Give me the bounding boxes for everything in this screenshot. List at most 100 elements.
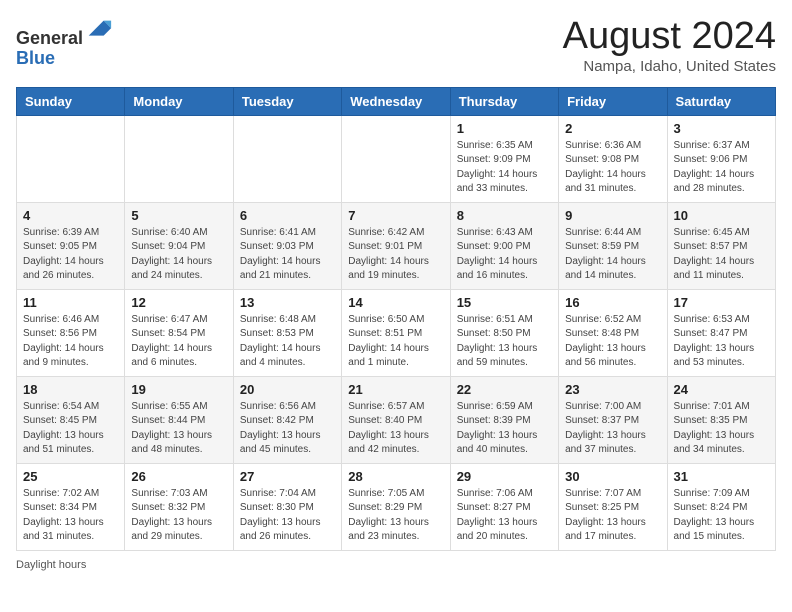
- calendar-cell: 19Sunrise: 6:55 AM Sunset: 8:44 PM Dayli…: [125, 376, 233, 463]
- day-info: Sunrise: 6:44 AM Sunset: 8:59 PM Dayligh…: [565, 226, 660, 284]
- calendar: SundayMondayTuesdayWednesdayThursdayFrid…: [16, 87, 776, 551]
- day-info: Sunrise: 6:50 AM Sunset: 8:51 PM Dayligh…: [348, 313, 443, 371]
- day-info: Sunrise: 6:54 AM Sunset: 8:45 PM Dayligh…: [23, 400, 118, 458]
- day-info: Sunrise: 6:37 AM Sunset: 9:06 PM Dayligh…: [674, 139, 769, 197]
- day-info: Sunrise: 6:51 AM Sunset: 8:50 PM Dayligh…: [457, 313, 552, 371]
- day-info: Sunrise: 6:36 AM Sunset: 9:08 PM Dayligh…: [565, 139, 660, 197]
- day-number: 4: [23, 208, 118, 223]
- day-number: 6: [240, 208, 335, 223]
- week-row-4: 18 Sunrise: 6:54 AM Sunset: 8:45 PM Dayli…: [17, 376, 776, 463]
- day-number: 29: [457, 469, 552, 484]
- day-number: 11: [23, 295, 118, 310]
- calendar-cell: 26Sunrise: 7:03 AM Sunset: 8:32 PM Dayli…: [125, 463, 233, 550]
- day-number: 20: [240, 382, 335, 397]
- week-row-5: 25Sunrise: 7:02 AM Sunset: 8:34 PM Dayli…: [17, 463, 776, 550]
- day-info: Sunrise: 7:00 AM Sunset: 8:37 PM Dayligh…: [565, 400, 660, 458]
- day-number: 14: [348, 295, 443, 310]
- day-number: 10: [674, 208, 769, 223]
- calendar-cell: 9 Sunrise: 6:44 AM Sunset: 8:59 PM Daylig…: [559, 202, 667, 289]
- day-header-thursday: Thursday: [450, 87, 558, 115]
- day-info: Sunrise: 6:53 AM Sunset: 8:47 PM Dayligh…: [674, 313, 769, 371]
- day-info: Sunrise: 7:01 AM Sunset: 8:35 PM Dayligh…: [674, 400, 769, 458]
- calendar-cell: 12Sunrise: 6:47 AM Sunset: 8:54 PM Dayli…: [125, 289, 233, 376]
- logo: General Blue: [16, 16, 113, 69]
- day-number: 2: [565, 121, 660, 136]
- calendar-cell: 8Sunrise: 6:43 AM Sunset: 9:00 PM Daylig…: [450, 202, 558, 289]
- day-header-saturday: Saturday: [667, 87, 775, 115]
- calendar-cell: 30 Sunrise: 7:07 AM Sunset: 8:25 PM Dayli…: [559, 463, 667, 550]
- day-number: 7: [348, 208, 443, 223]
- day-info: Sunrise: 6:57 AM Sunset: 8:40 PM Dayligh…: [348, 400, 443, 458]
- calendar-cell: 20 Sunrise: 6:56 AM Sunset: 8:42 PM Dayli…: [233, 376, 341, 463]
- calendar-cell: 1 Sunrise: 6:35 AM Sunset: 9:09 PM Daylig…: [450, 115, 558, 202]
- calendar-cell: 27Sunrise: 7:04 AM Sunset: 8:30 PM Dayli…: [233, 463, 341, 550]
- logo-icon: [85, 16, 113, 44]
- day-info: Sunrise: 7:06 AM Sunset: 8:27 PM Dayligh…: [457, 487, 552, 545]
- day-info: Sunrise: 6:45 AM Sunset: 8:57 PM Dayligh…: [674, 226, 769, 284]
- day-info: Sunrise: 6:42 AM Sunset: 9:01 PM Dayligh…: [348, 226, 443, 284]
- day-info: Sunrise: 6:40 AM Sunset: 9:04 PM Dayligh…: [131, 226, 226, 284]
- calendar-cell: [233, 115, 341, 202]
- day-number: 18: [23, 382, 118, 397]
- page-header: General Blue August 2024 Nampa, Idaho, U…: [16, 16, 776, 75]
- day-header-tuesday: Tuesday: [233, 87, 341, 115]
- day-info: Sunrise: 7:05 AM Sunset: 8:29 PM Dayligh…: [348, 487, 443, 545]
- footer: Daylight hours: [16, 559, 776, 571]
- title-block: August 2024 Nampa, Idaho, United States: [563, 16, 776, 75]
- week-row-2: 4 Sunrise: 6:39 AM Sunset: 9:05 PM Daylig…: [17, 202, 776, 289]
- day-info: Sunrise: 6:35 AM Sunset: 9:09 PM Dayligh…: [457, 139, 552, 197]
- day-info: Sunrise: 7:03 AM Sunset: 8:32 PM Dayligh…: [131, 487, 226, 545]
- day-header-monday: Monday: [125, 87, 233, 115]
- calendar-cell: 14 Sunrise: 6:50 AM Sunset: 8:51 PM Dayli…: [342, 289, 450, 376]
- day-number: 9: [565, 208, 660, 223]
- logo-general: General: [16, 28, 83, 48]
- calendar-cell: 4 Sunrise: 6:39 AM Sunset: 9:05 PM Daylig…: [17, 202, 125, 289]
- day-header-sunday: Sunday: [17, 87, 125, 115]
- day-number: 16: [565, 295, 660, 310]
- calendar-cell: 31Sunrise: 7:09 AM Sunset: 8:24 PM Dayli…: [667, 463, 775, 550]
- day-number: 22: [457, 382, 552, 397]
- day-number: 1: [457, 121, 552, 136]
- day-number: 15: [457, 295, 552, 310]
- calendar-cell: [342, 115, 450, 202]
- calendar-cell: 10 Sunrise: 6:45 AM Sunset: 8:57 PM Dayli…: [667, 202, 775, 289]
- calendar-cell: 28 Sunrise: 7:05 AM Sunset: 8:29 PM Dayli…: [342, 463, 450, 550]
- day-number: 12: [131, 295, 226, 310]
- day-number: 17: [674, 295, 769, 310]
- calendar-cell: [17, 115, 125, 202]
- calendar-cell: 13Sunrise: 6:48 AM Sunset: 8:53 PM Dayli…: [233, 289, 341, 376]
- week-row-1: 1 Sunrise: 6:35 AM Sunset: 9:09 PM Daylig…: [17, 115, 776, 202]
- day-number: 19: [131, 382, 226, 397]
- day-number: 23: [565, 382, 660, 397]
- day-number: 28: [348, 469, 443, 484]
- day-info: Sunrise: 7:07 AM Sunset: 8:25 PM Dayligh…: [565, 487, 660, 545]
- calendar-cell: 24 Sunrise: 7:01 AM Sunset: 8:35 PM Dayli…: [667, 376, 775, 463]
- week-row-3: 11 Sunrise: 6:46 AM Sunset: 8:56 PM Dayli…: [17, 289, 776, 376]
- day-number: 21: [348, 382, 443, 397]
- logo-blue: Blue: [16, 48, 55, 68]
- calendar-cell: 17 Sunrise: 6:53 AM Sunset: 8:47 PM Dayli…: [667, 289, 775, 376]
- day-info: Sunrise: 6:48 AM Sunset: 8:53 PM Dayligh…: [240, 313, 335, 371]
- calendar-cell: 2 Sunrise: 6:36 AM Sunset: 9:08 PM Daylig…: [559, 115, 667, 202]
- day-info: Sunrise: 6:41 AM Sunset: 9:03 PM Dayligh…: [240, 226, 335, 284]
- day-info: Sunrise: 6:39 AM Sunset: 9:05 PM Dayligh…: [23, 226, 118, 284]
- day-info: Sunrise: 6:46 AM Sunset: 8:56 PM Dayligh…: [23, 313, 118, 371]
- calendar-cell: 6 Sunrise: 6:41 AM Sunset: 9:03 PM Daylig…: [233, 202, 341, 289]
- calendar-cell: 5 Sunrise: 6:40 AM Sunset: 9:04 PM Daylig…: [125, 202, 233, 289]
- calendar-cell: 23 Sunrise: 7:00 AM Sunset: 8:37 PM Dayli…: [559, 376, 667, 463]
- calendar-cell: 25Sunrise: 7:02 AM Sunset: 8:34 PM Dayli…: [17, 463, 125, 550]
- day-info: Sunrise: 7:04 AM Sunset: 8:30 PM Dayligh…: [240, 487, 335, 545]
- day-info: Sunrise: 6:56 AM Sunset: 8:42 PM Dayligh…: [240, 400, 335, 458]
- calendar-cell: 16Sunrise: 6:52 AM Sunset: 8:48 PM Dayli…: [559, 289, 667, 376]
- day-info: Sunrise: 7:09 AM Sunset: 8:24 PM Dayligh…: [674, 487, 769, 545]
- daylight-label: Daylight hours: [16, 559, 86, 571]
- calendar-cell: 7 Sunrise: 6:42 AM Sunset: 9:01 PM Daylig…: [342, 202, 450, 289]
- day-number: 24: [674, 382, 769, 397]
- day-number: 30: [565, 469, 660, 484]
- calendar-cell: 18 Sunrise: 6:54 AM Sunset: 8:45 PM Dayli…: [17, 376, 125, 463]
- calendar-cell: 11 Sunrise: 6:46 AM Sunset: 8:56 PM Dayli…: [17, 289, 125, 376]
- calendar-cell: 29 Sunrise: 7:06 AM Sunset: 8:27 PM Dayli…: [450, 463, 558, 550]
- day-number: 5: [131, 208, 226, 223]
- day-info: Sunrise: 7:02 AM Sunset: 8:34 PM Dayligh…: [23, 487, 118, 545]
- month-title: August 2024: [563, 16, 776, 58]
